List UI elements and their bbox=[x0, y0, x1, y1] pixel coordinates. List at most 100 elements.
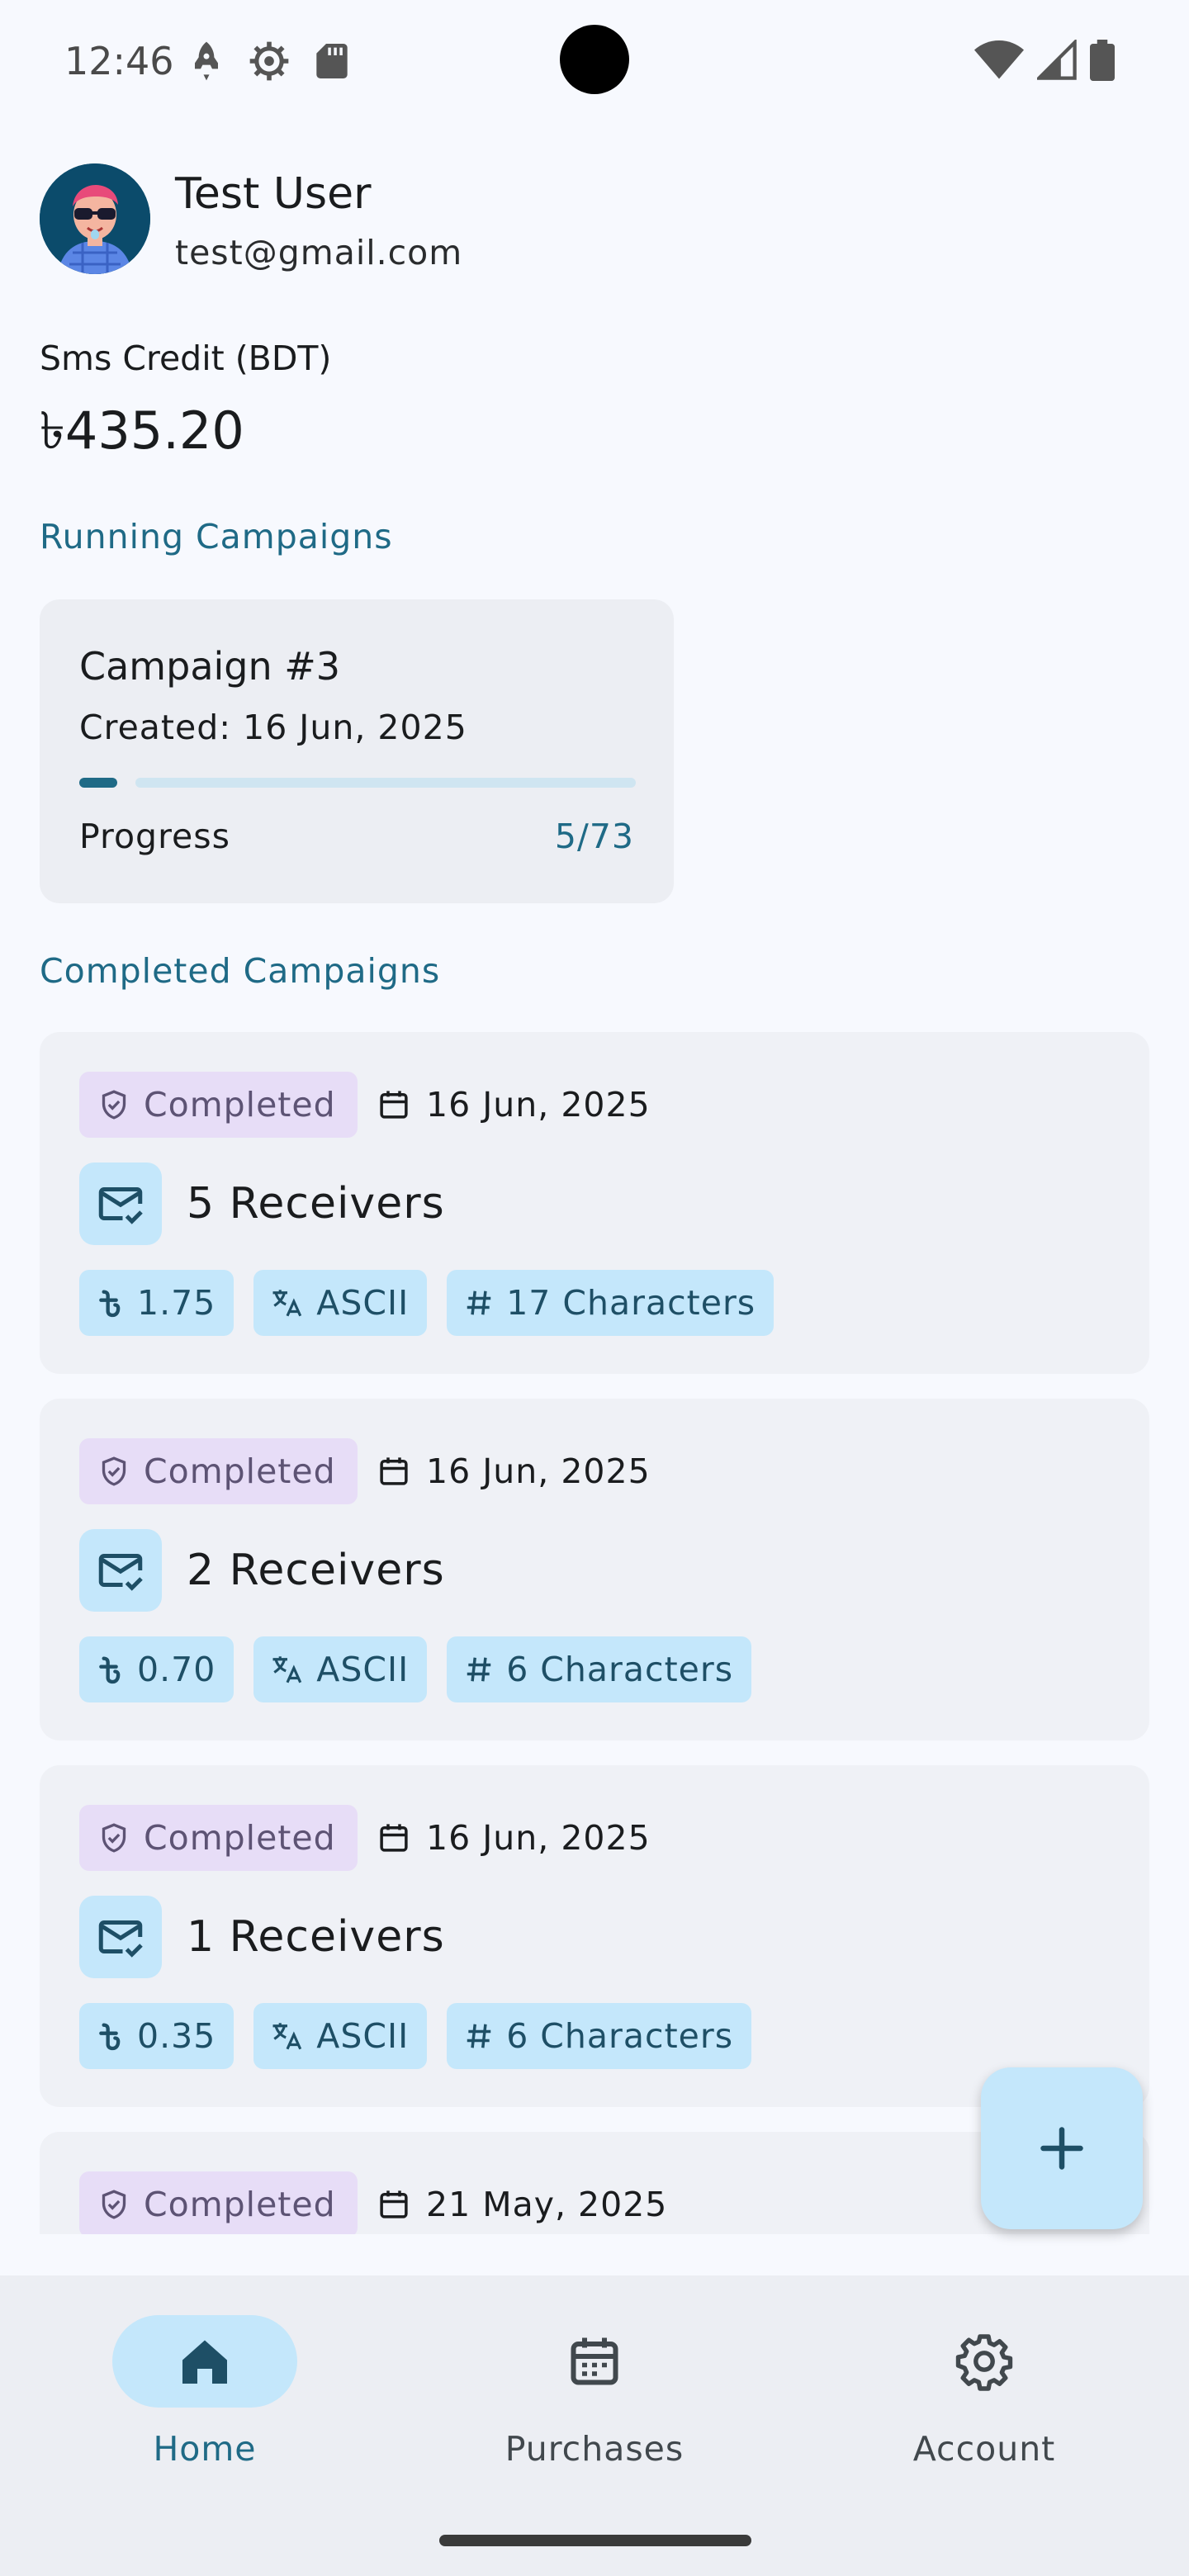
progress-label: Progress bbox=[79, 817, 230, 856]
status-text: Completed bbox=[144, 1818, 336, 1858]
campaign-date: 16 Jun, 2025 bbox=[377, 1805, 651, 1871]
campaign-date: 21 May, 2025 bbox=[377, 2171, 667, 2237]
calendar-icon bbox=[565, 2332, 624, 2391]
hash-icon bbox=[463, 1653, 495, 1686]
campaign-name: Campaign #3 bbox=[79, 644, 341, 689]
encoding-chip: ASCII bbox=[253, 2003, 428, 2069]
nav-item-home[interactable]: Home bbox=[56, 2315, 353, 2497]
completed-campaign-card[interactable]: Completed 16 Jun, 2025 1 Receivers 0.35 … bbox=[40, 1765, 1149, 2107]
nav-item-purchases[interactable]: Purchases bbox=[446, 2315, 743, 2497]
new-campaign-fab[interactable] bbox=[981, 2067, 1143, 2229]
nav-indicator bbox=[502, 2315, 687, 2408]
cost-chip: 1.75 bbox=[79, 1270, 234, 1336]
characters-chip: 6 Characters bbox=[447, 1636, 752, 1702]
cost-text: 0.35 bbox=[137, 2016, 216, 2056]
progress-count: 5/73 bbox=[554, 817, 634, 856]
translate-icon bbox=[270, 1286, 305, 1320]
date-text: 21 May, 2025 bbox=[426, 2185, 668, 2224]
sd-card-icon bbox=[309, 38, 355, 84]
receivers-count: 1 Receivers bbox=[187, 1912, 445, 1962]
running-campaigns-title: Running Campaigns bbox=[40, 517, 393, 556]
nav-label: Purchases bbox=[504, 2429, 685, 2469]
mail-check-icon bbox=[79, 1896, 162, 1978]
receivers-count: 5 Receivers bbox=[187, 1179, 445, 1229]
cost-text: 1.75 bbox=[137, 1283, 216, 1323]
taka-icon bbox=[96, 1653, 126, 1686]
camera-cutout bbox=[560, 25, 629, 94]
nav-item-account[interactable]: Account bbox=[836, 2315, 1133, 2497]
running-campaign-card[interactable]: Campaign #3 Created: 16 Jun, 2025 Progre… bbox=[40, 599, 674, 903]
status-badge: Completed bbox=[79, 1072, 358, 1138]
shield-check-icon bbox=[97, 1455, 130, 1488]
settings-icon bbox=[246, 38, 292, 84]
status-bar: 12:46 bbox=[0, 0, 1189, 124]
characters-text: 17 Characters bbox=[506, 1283, 756, 1323]
plus-icon bbox=[1037, 2124, 1087, 2173]
date-text: 16 Jun, 2025 bbox=[426, 1818, 651, 1858]
credit-value: ৳435.20 bbox=[40, 400, 244, 461]
status-badge: Completed bbox=[79, 2171, 358, 2237]
cost-chip: 0.35 bbox=[79, 2003, 234, 2069]
home-icon bbox=[175, 2332, 234, 2391]
shield-check-icon bbox=[97, 1088, 130, 1121]
shield-check-icon bbox=[97, 2188, 130, 2221]
nav-label: Account bbox=[912, 2429, 1056, 2469]
scroll-edge bbox=[0, 2234, 1189, 2275]
characters-chip: 17 Characters bbox=[447, 1270, 775, 1336]
calendar-icon bbox=[377, 2187, 411, 2222]
encoding-text: ASCII bbox=[316, 1283, 410, 1323]
completed-campaign-card[interactable]: Completed 16 Jun, 2025 2 Receivers 0.70 … bbox=[40, 1399, 1149, 1740]
characters-chip: 6 Characters bbox=[447, 2003, 752, 2069]
gear-icon bbox=[955, 2332, 1014, 2391]
encoding-text: ASCII bbox=[316, 1650, 410, 1689]
gesture-bar bbox=[439, 2535, 751, 2546]
shield-check-icon bbox=[97, 1821, 130, 1854]
cost-text: 0.70 bbox=[137, 1650, 216, 1689]
nav-indicator bbox=[892, 2315, 1077, 2408]
characters-text: 6 Characters bbox=[506, 2016, 734, 2056]
user-name: Test User bbox=[175, 169, 372, 219]
avatar[interactable] bbox=[40, 163, 150, 274]
cost-chip: 0.70 bbox=[79, 1636, 234, 1702]
completed-campaign-card[interactable]: Completed 16 Jun, 2025 5 Receivers 1.75 … bbox=[40, 1032, 1149, 1374]
credit-label: Sms Credit (BDT) bbox=[40, 339, 332, 378]
bottom-navigation: Home Purchases Account bbox=[0, 2275, 1189, 2576]
taka-icon bbox=[96, 1286, 126, 1319]
campaign-date: 16 Jun, 2025 bbox=[377, 1072, 651, 1138]
rocket-icon bbox=[183, 38, 230, 84]
mail-check-icon bbox=[79, 1529, 162, 1612]
characters-text: 6 Characters bbox=[506, 1650, 734, 1689]
status-time: 12:46 bbox=[64, 39, 174, 83]
encoding-chip: ASCII bbox=[253, 1636, 428, 1702]
calendar-icon bbox=[377, 1821, 411, 1855]
encoding-chip: ASCII bbox=[253, 1270, 428, 1336]
receivers-count: 2 Receivers bbox=[187, 1546, 445, 1595]
completed-campaigns-title: Completed Campaigns bbox=[40, 951, 441, 991]
date-text: 16 Jun, 2025 bbox=[426, 1451, 651, 1491]
nav-label: Home bbox=[153, 2429, 257, 2469]
status-badge: Completed bbox=[79, 1805, 358, 1871]
taka-icon bbox=[96, 2020, 126, 2053]
campaign-date: 16 Jun, 2025 bbox=[377, 1438, 651, 1504]
status-text: Completed bbox=[144, 1085, 336, 1125]
progress-track bbox=[135, 778, 636, 788]
mail-check-icon bbox=[79, 1163, 162, 1245]
hash-icon bbox=[463, 1286, 495, 1319]
status-text: Completed bbox=[144, 2185, 336, 2224]
progress-fill bbox=[79, 778, 117, 788]
translate-icon bbox=[270, 1652, 305, 1687]
user-email: test@gmail.com bbox=[175, 233, 463, 272]
campaign-created: Created: 16 Jun, 2025 bbox=[79, 708, 467, 747]
calendar-icon bbox=[377, 1087, 411, 1122]
signal-icon bbox=[1037, 40, 1077, 81]
calendar-icon bbox=[377, 1454, 411, 1489]
battery-icon bbox=[1090, 40, 1115, 81]
wifi-icon bbox=[974, 40, 1024, 81]
translate-icon bbox=[270, 2019, 305, 2053]
status-text: Completed bbox=[144, 1451, 336, 1491]
encoding-text: ASCII bbox=[316, 2016, 410, 2056]
hash-icon bbox=[463, 2020, 495, 2053]
date-text: 16 Jun, 2025 bbox=[426, 1085, 651, 1125]
nav-indicator bbox=[112, 2315, 297, 2408]
status-badge: Completed bbox=[79, 1438, 358, 1504]
